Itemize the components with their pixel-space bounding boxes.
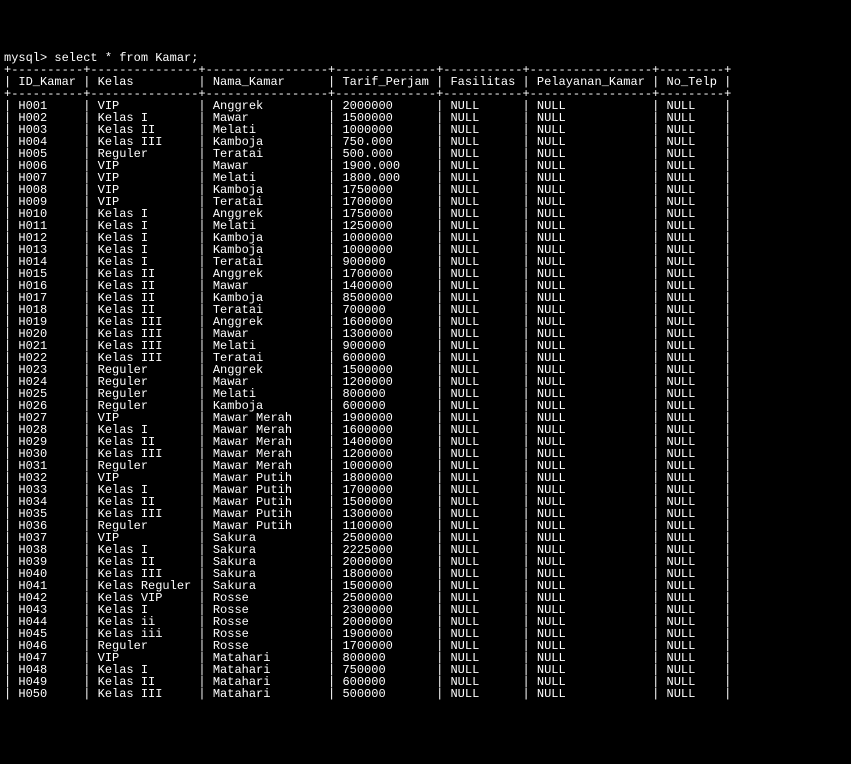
- mysql-terminal[interactable]: mysql> select * from Kamar; +----------+…: [4, 52, 847, 700]
